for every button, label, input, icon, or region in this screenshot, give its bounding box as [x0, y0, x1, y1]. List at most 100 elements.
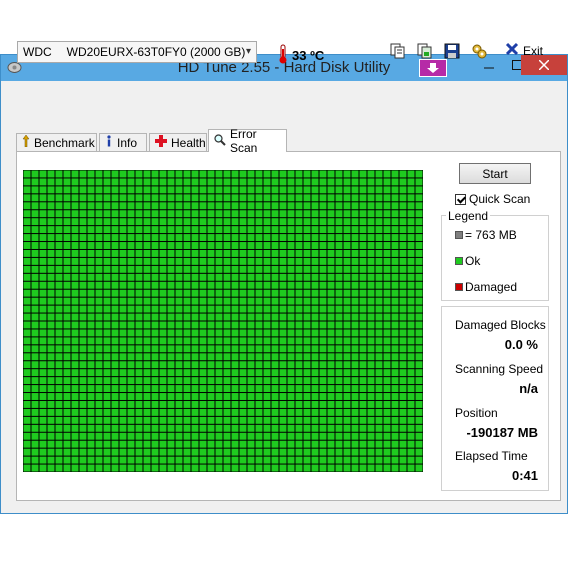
- scan-block-ok: [215, 353, 223, 361]
- scan-block-ok: [71, 377, 79, 385]
- scan-block-ok: [55, 194, 63, 202]
- scan-block-ok: [95, 202, 103, 210]
- scan-block-ok: [135, 297, 143, 305]
- scan-block-ok: [31, 408, 39, 416]
- scan-block-ok: [79, 305, 87, 313]
- scan-block-ok: [215, 249, 223, 257]
- scan-block-ok: [295, 464, 303, 472]
- scan-block-ok: [183, 170, 191, 178]
- scan-block-ok: [335, 440, 343, 448]
- scan-block-ok: [191, 218, 199, 226]
- scan-block-ok: [319, 464, 327, 472]
- scan-block-ok: [399, 289, 407, 297]
- drive-select[interactable]: WDC WD20EURX-63T0FY0 (2000 GB) ▾: [17, 41, 257, 63]
- copy-screenshot-icon[interactable]: [415, 41, 435, 61]
- scan-block-ok: [55, 313, 63, 321]
- scan-block-ok: [167, 265, 175, 273]
- scan-block-ok: [383, 265, 391, 273]
- scan-block-ok: [47, 234, 55, 242]
- scan-block-ok: [167, 416, 175, 424]
- scan-block-ok: [231, 281, 239, 289]
- scan-block-ok: [319, 305, 327, 313]
- scan-block-ok: [135, 329, 143, 337]
- scan-block-ok: [335, 234, 343, 242]
- scan-block-ok: [103, 353, 111, 361]
- scan-block-ok: [303, 361, 311, 369]
- scan-block-ok: [383, 377, 391, 385]
- options-icon[interactable]: [469, 41, 489, 61]
- scan-block-ok: [311, 178, 319, 186]
- scan-block-ok: [143, 170, 151, 178]
- scan-block-ok: [79, 416, 87, 424]
- checkbox-checked[interactable]: [455, 193, 466, 205]
- scan-block-ok: [135, 345, 143, 353]
- scan-block-ok: [375, 265, 383, 273]
- scan-block-ok: [87, 186, 95, 194]
- scan-block-ok: [95, 313, 103, 321]
- scan-block-ok: [407, 194, 415, 202]
- scan-block-ok: [159, 337, 167, 345]
- start-button[interactable]: Start: [459, 163, 531, 184]
- scan-block-ok: [87, 456, 95, 464]
- tab-health[interactable]: Health: [149, 133, 207, 151]
- copy-info-icon[interactable]: [388, 41, 408, 61]
- scan-block-ok: [303, 464, 311, 472]
- scan-block-ok: [63, 273, 71, 281]
- tab-error-scan[interactable]: Error Scan: [208, 127, 287, 155]
- scan-block-ok: [415, 178, 423, 186]
- scan-block-ok: [159, 464, 167, 472]
- scan-block-ok: [319, 202, 327, 210]
- scan-block-ok: [151, 329, 159, 337]
- scan-block-ok: [103, 440, 111, 448]
- scan-block-ok: [407, 170, 415, 178]
- scan-block-ok: [183, 178, 191, 186]
- scan-block-ok: [183, 456, 191, 464]
- scan-block-ok: [223, 448, 231, 456]
- quick-scan-checkbox[interactable]: Quick Scan: [455, 192, 530, 206]
- scan-block-ok: [23, 281, 31, 289]
- scan-block-ok: [111, 400, 119, 408]
- scan-block-ok: [359, 249, 367, 257]
- scan-block-ok: [39, 424, 47, 432]
- scan-block-ok: [303, 393, 311, 400]
- scan-block-ok: [319, 393, 327, 400]
- scan-block-ok: [63, 226, 71, 234]
- tab-info[interactable]: Info: [99, 133, 147, 151]
- scan-block-ok: [343, 257, 351, 265]
- scan-block-ok: [391, 218, 399, 226]
- scan-block-ok: [391, 345, 399, 353]
- scan-block-ok: [391, 281, 399, 289]
- scan-block-ok: [279, 440, 287, 448]
- scan-block-ok: [47, 273, 55, 281]
- exit-label: Exit: [523, 43, 544, 58]
- scan-block-ok: [143, 202, 151, 210]
- scan-block-ok: [127, 305, 135, 313]
- scan-block-ok: [63, 218, 71, 226]
- scan-block-ok: [23, 178, 31, 186]
- scan-block-ok: [367, 273, 375, 281]
- scan-block-ok: [167, 178, 175, 186]
- scan-block-ok: [231, 202, 239, 210]
- scan-block-ok: [391, 432, 399, 440]
- scan-block-ok: [271, 289, 279, 297]
- scan-block-ok: [327, 186, 335, 194]
- scan-block-ok: [287, 385, 295, 393]
- tab-benchmark[interactable]: Benchmark: [16, 133, 97, 151]
- scan-block-ok: [239, 353, 247, 361]
- scan-block-ok: [407, 377, 415, 385]
- scan-block-ok: [31, 464, 39, 472]
- scan-block-ok: [119, 226, 127, 234]
- scan-block-ok: [103, 305, 111, 313]
- save-icon[interactable]: [442, 41, 462, 61]
- close-x-icon: [505, 42, 519, 59]
- scan-block-ok: [23, 432, 31, 440]
- exit-button[interactable]: Exit: [505, 42, 543, 59]
- scan-block-ok: [47, 393, 55, 400]
- scan-block-ok: [399, 321, 407, 329]
- scan-block-ok: [359, 440, 367, 448]
- scan-block-ok: [231, 408, 239, 416]
- scan-block-ok: [79, 329, 87, 337]
- scan-block-ok: [247, 170, 255, 178]
- scan-block-ok: [127, 345, 135, 353]
- scan-block-ok: [103, 464, 111, 472]
